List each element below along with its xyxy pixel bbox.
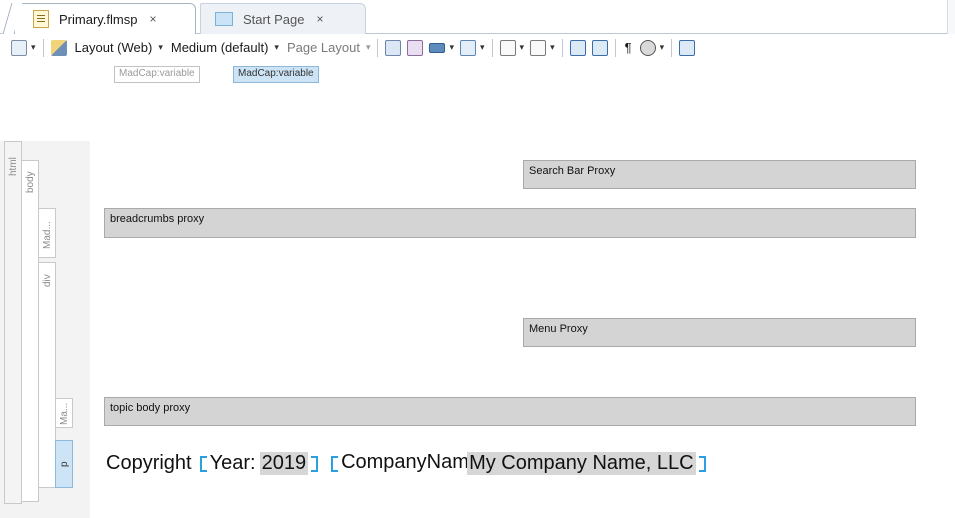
variable-open-marker-icon	[199, 456, 207, 472]
show-markers-button[interactable]: ¶	[620, 37, 637, 59]
madcap-variable-chip-selected[interactable]: MadCap:variable	[233, 66, 319, 83]
topic-body-proxy[interactable]: topic body proxy	[104, 397, 916, 426]
toolbar-divider	[491, 38, 493, 57]
structure-label: body	[25, 171, 36, 193]
toolbar-divider	[671, 38, 673, 57]
structure-label: Ma...	[59, 402, 70, 425]
insert-proxy-button[interactable]	[404, 37, 426, 59]
toggle-sidebar-button[interactable]	[676, 37, 698, 59]
tab-label: Start Page	[243, 11, 305, 27]
insert-proxy-icon	[407, 39, 424, 56]
variable-close-marker-icon	[698, 456, 706, 472]
structure-html[interactable]: html	[4, 141, 22, 504]
medium-label: Medium (default)	[170, 40, 269, 55]
company-name-label: CompanyName:	[341, 452, 468, 473]
eye-icon	[639, 39, 656, 56]
chevron-down-icon: ▾	[274, 42, 279, 52]
tab-primary-flmsp[interactable]: Primary.flmsp ×	[14, 3, 196, 34]
chevron-down-icon: ▾	[659, 42, 665, 52]
document-icon	[33, 10, 49, 28]
style-brush-icon	[50, 39, 67, 56]
structure-label: html	[8, 157, 19, 176]
company-name-variable[interactable]: My Company Name, LLC	[467, 452, 696, 475]
preview-icon	[385, 39, 402, 56]
close-icon[interactable]: ×	[149, 12, 156, 26]
year-variable[interactable]: 2019	[259, 452, 309, 475]
structure-madcap[interactable]: Mad...	[38, 208, 56, 258]
sidebar-icon	[679, 39, 696, 56]
structure-label: Mad...	[42, 221, 53, 249]
chevron-down-icon: ▾	[158, 42, 163, 52]
chevron-down-icon: ▾	[480, 42, 485, 52]
chevron-down-icon: ▾	[449, 42, 455, 52]
search-bar-proxy[interactable]: Search Bar Proxy	[523, 160, 916, 189]
madcap-variable-chip[interactable]: MadCap:variable	[114, 66, 200, 83]
structure-div[interactable]: div	[38, 262, 56, 488]
structure-bar-icon	[429, 42, 446, 53]
visibility-button[interactable]: ▾	[637, 37, 668, 59]
structure-bar-button[interactable]: ▾	[426, 37, 457, 59]
toolbar-divider	[42, 38, 44, 57]
editor-toolbar: ▾ Layout (Web) ▾ Medium (default) ▾ Page…	[0, 34, 955, 61]
structure-madcap-2[interactable]: Ma...	[55, 398, 73, 428]
zoom-button[interactable]: ▾	[8, 37, 39, 59]
chevron-down-icon: ▾	[31, 42, 36, 52]
page-layout-label: Page Layout	[286, 40, 360, 55]
structure-label: p	[59, 461, 70, 467]
chevron-down-icon: ▾	[550, 42, 555, 52]
tab-start-page[interactable]: Start Page ×	[200, 3, 366, 34]
preview-button[interactable]	[382, 37, 404, 59]
variable-open-marker-icon	[331, 456, 339, 472]
copyright-text: Copyright	[106, 452, 192, 474]
chevron-down-icon: ▾	[519, 42, 525, 52]
chevron-down-icon: ▾	[365, 42, 371, 52]
document-tab-strip: Primary.flmsp × Start Page ×	[0, 0, 955, 34]
remove-icon	[460, 39, 477, 56]
font-size-icon	[530, 39, 547, 56]
insert-condition-button[interactable]	[589, 37, 611, 59]
start-page-icon	[215, 12, 233, 26]
structure-label: div	[42, 274, 53, 287]
style-picker-button[interactable]	[48, 37, 70, 59]
tab-overflow-grip[interactable]	[947, 0, 955, 34]
year-label: Year:	[209, 452, 256, 474]
text-format-icon	[499, 39, 516, 56]
menu-proxy[interactable]: Menu Proxy	[523, 318, 916, 347]
variable-close-marker-icon	[311, 456, 319, 472]
toolbar-divider	[377, 38, 379, 57]
toolbar-divider	[561, 38, 563, 57]
layout-dropdown[interactable]: Layout (Web) ▾	[70, 37, 166, 59]
text-format-button[interactable]: ▾	[497, 37, 528, 59]
copyright-paragraph[interactable]: Copyright Year: 2019 CompanyName: My Com…	[106, 452, 709, 478]
condition-icon	[591, 39, 608, 56]
tab-label: Primary.flmsp	[59, 11, 138, 27]
close-icon[interactable]: ×	[316, 12, 323, 26]
breadcrumbs-proxy[interactable]: breadcrumbs proxy	[104, 208, 916, 238]
structure-p[interactable]: p	[55, 440, 73, 488]
variable-icon	[569, 39, 586, 56]
pilcrow-icon: ¶	[624, 40, 632, 55]
font-size-button[interactable]: ▾	[527, 37, 558, 59]
remove-style-button[interactable]: ▾	[457, 37, 488, 59]
layout-label: Layout (Web)	[74, 40, 153, 55]
toolbar-divider	[614, 38, 616, 57]
medium-dropdown[interactable]: Medium (default) ▾	[166, 37, 282, 59]
magnifier-icon	[11, 39, 27, 56]
page-layout-dropdown[interactable]: Page Layout ▾	[282, 37, 374, 59]
structure-body[interactable]: body	[21, 160, 39, 502]
insert-variable-button[interactable]	[567, 37, 589, 59]
